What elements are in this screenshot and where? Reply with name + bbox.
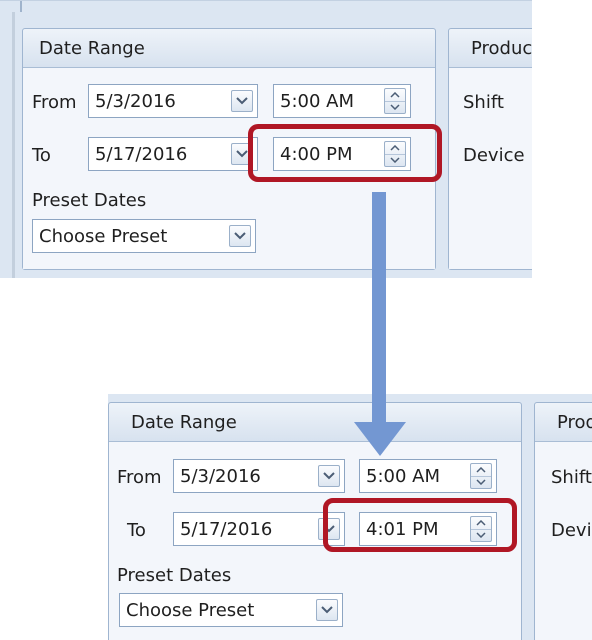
- from-time-spinner[interactable]: 5:00 AM: [359, 459, 497, 493]
- preset-dropdown[interactable]: Choose Preset: [32, 219, 256, 253]
- device-label: Device: [463, 145, 525, 166]
- side-panel-title: Produc: [471, 38, 532, 59]
- time-spin-buttons[interactable]: [470, 463, 492, 489]
- from-time-value: 5:00 AM: [280, 91, 354, 112]
- window-edge: [20, 0, 22, 12]
- shift-label: Shift: [551, 467, 592, 488]
- from-label: From: [32, 92, 77, 113]
- side-panel-header: Prod: [535, 403, 592, 442]
- left-edge: [12, 12, 15, 278]
- to-date-value: 5/17/2016: [95, 144, 188, 165]
- to-label: To: [127, 520, 146, 541]
- shift-label: Shift: [463, 92, 504, 113]
- chevron-down-icon[interactable]: [231, 90, 253, 112]
- preset-dates-label: Preset Dates: [117, 565, 232, 586]
- date-range-title: Date Range: [39, 38, 145, 59]
- side-panel-group: Prod Shift Devi: [534, 402, 592, 640]
- to-label: To: [32, 145, 51, 166]
- preset-value: Choose Preset: [39, 226, 168, 247]
- spin-down-icon[interactable]: [471, 476, 491, 488]
- side-panel-group: Produc Shift Device: [448, 28, 532, 270]
- highlight-box-before: [248, 124, 442, 182]
- to-date-dropdown[interactable]: 5/17/2016: [88, 137, 258, 171]
- from-date-dropdown[interactable]: 5/3/2016: [173, 459, 345, 493]
- from-label: From: [117, 467, 162, 488]
- date-range-header: Date Range: [23, 29, 435, 68]
- from-time-spinner[interactable]: 5:00 AM: [273, 84, 411, 118]
- chevron-down-icon[interactable]: [229, 225, 251, 247]
- to-date-value: 5/17/2016: [180, 519, 273, 540]
- from-date-value: 5/3/2016: [95, 91, 176, 112]
- from-date-dropdown[interactable]: 5/3/2016: [88, 84, 258, 118]
- device-label: Devi: [551, 520, 592, 541]
- down-arrow-icon: [354, 192, 406, 456]
- chevron-down-icon[interactable]: [318, 465, 340, 487]
- to-date-dropdown[interactable]: 5/17/2016: [173, 512, 345, 546]
- preset-value: Choose Preset: [126, 600, 255, 621]
- side-panel-header: Produc: [449, 29, 532, 68]
- side-panel-title: Prod: [557, 412, 592, 433]
- preset-dates-label: Preset Dates: [32, 190, 147, 211]
- spin-down-icon[interactable]: [385, 101, 405, 113]
- from-date-value: 5/3/2016: [180, 466, 261, 487]
- top-edge: [0, 0, 532, 1]
- highlight-box-after: [323, 498, 517, 552]
- time-spin-buttons[interactable]: [384, 88, 406, 114]
- date-range-header: Date Range: [109, 403, 521, 442]
- date-range-title: Date Range: [131, 412, 237, 433]
- chevron-down-icon[interactable]: [316, 599, 338, 621]
- from-time-value: 5:00 AM: [366, 466, 440, 487]
- preset-dropdown[interactable]: Choose Preset: [119, 593, 343, 627]
